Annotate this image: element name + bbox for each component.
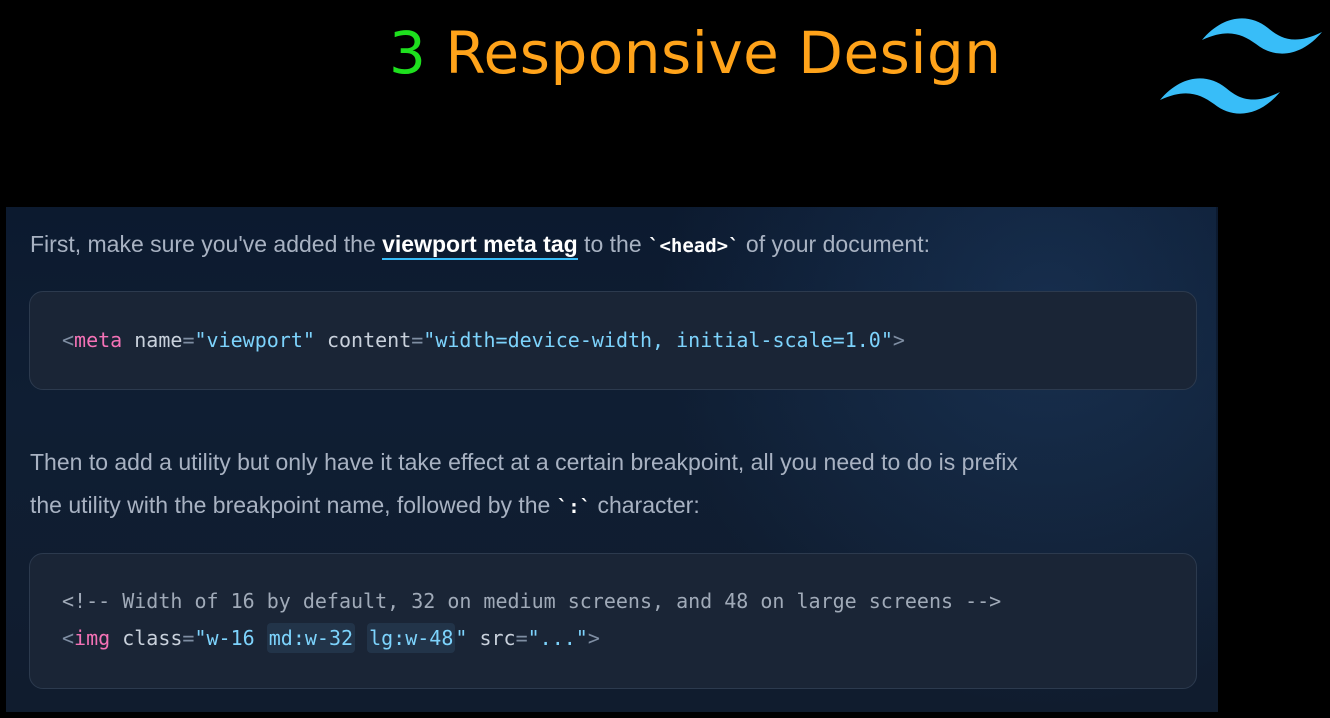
code-attribute: src <box>467 626 516 650</box>
breakpoint-paragraph-line-1: Then to add a utility but only have it t… <box>30 449 1018 475</box>
title-text: Responsive Design <box>426 19 1002 87</box>
line-2-text-after: character: <box>591 492 700 518</box>
intro-text-before: First, make sure you've added the <box>30 231 383 257</box>
code-punctuation: > <box>892 328 905 352</box>
code-string <box>355 626 367 650</box>
code-tag-name: meta <box>74 328 123 352</box>
code-attribute: content <box>314 328 412 352</box>
code-tag-name: img <box>74 626 111 650</box>
page-title: 3 Responsive Design <box>389 10 1002 96</box>
intro-text-after: of your document: <box>739 231 931 257</box>
breakpoint-paragraph: Then to add a utility but only have it t… <box>30 441 1018 529</box>
code-class-lg-highlight: lg:w-48 <box>367 623 456 653</box>
code-string: "viewport" <box>194 328 315 352</box>
code-attribute: name <box>122 328 183 352</box>
code-punctuation: = <box>182 626 195 650</box>
code-punctuation: < <box>62 626 75 650</box>
code-string: "width=device-width, initial-scale=1.0" <box>423 328 893 352</box>
docs-panel: First, make sure you've added the viewpo… <box>6 207 1218 712</box>
breakpoint-paragraph-line-2: the utility with the breakpoint name, fo… <box>30 484 1018 529</box>
tailwind-logo-icon <box>1160 18 1322 114</box>
colon-inline-code: `:` <box>556 496 592 518</box>
code-line: <meta name="viewport" content="width=dev… <box>62 322 905 358</box>
title-number: 3 <box>389 19 427 87</box>
code-punctuation: = <box>182 328 195 352</box>
code-line: <img class="w-16 md:w-32 lg:w-48 " src=".… <box>62 620 600 656</box>
viewport-meta-tag-link[interactable]: viewport meta tag <box>382 231 578 260</box>
line-2-text-before: the utility with the breakpoint name, fo… <box>30 492 557 518</box>
code-punctuation: < <box>62 328 75 352</box>
code-comment: <!-- Width of 16 by default, 32 on mediu… <box>62 589 1002 613</box>
head-inline-code: `<head>` <box>648 235 740 257</box>
code-attribute: class <box>110 626 183 650</box>
viewport-code-block: <meta name="viewport" content="width=dev… <box>29 291 1197 390</box>
code-punctuation: = <box>515 626 528 650</box>
code-string: " <box>194 626 207 650</box>
code-class-base: w-16 <box>206 626 267 650</box>
code-class-md-highlight: md:w-32 <box>266 623 356 653</box>
breakpoint-code-block: <!-- Width of 16 by default, 32 on mediu… <box>29 553 1197 689</box>
code-punctuation: = <box>411 328 424 352</box>
code-string: "..." <box>527 626 588 650</box>
code-punctuation: > <box>587 626 600 650</box>
intro-paragraph: First, make sure you've added the viewpo… <box>30 223 930 268</box>
intro-text-middle: to the <box>577 231 648 257</box>
code-string: " <box>455 626 468 650</box>
